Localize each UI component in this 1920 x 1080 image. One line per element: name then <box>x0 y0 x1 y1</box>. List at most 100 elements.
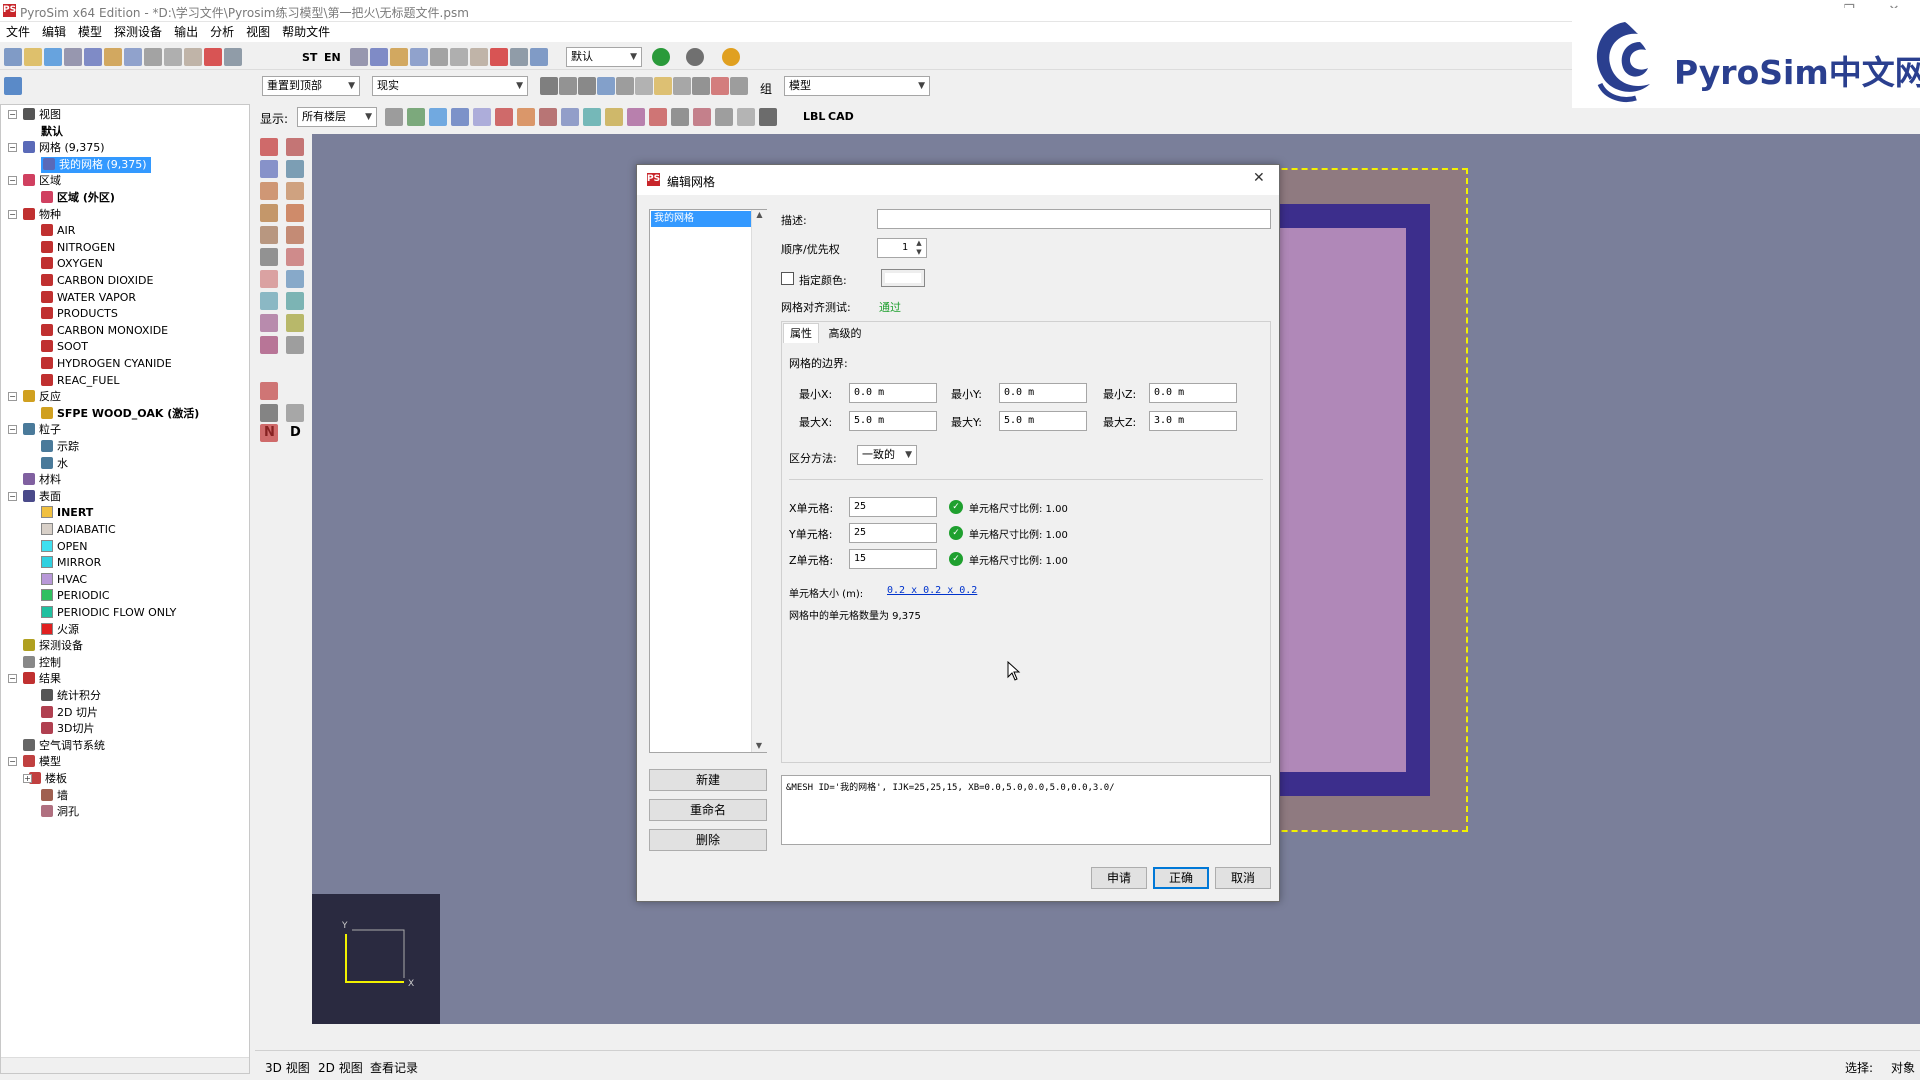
toolbar-icon-7[interactable] <box>144 48 162 66</box>
nav-tool-icon-0[interactable] <box>540 77 558 95</box>
palette-tool-icon-1[interactable] <box>286 138 304 156</box>
tree-item[interactable]: 空气调节系统 <box>23 738 105 754</box>
toolbar-icon-13[interactable] <box>370 48 388 66</box>
nav-tool-icon-10[interactable] <box>730 77 748 95</box>
toolbar-icon-18[interactable] <box>470 48 488 66</box>
tree-item[interactable]: OPEN <box>41 539 87 555</box>
color-checkbox[interactable] <box>781 272 794 285</box>
cad-toggle[interactable]: CAD <box>828 110 854 123</box>
display-toggle-icon-5[interactable] <box>495 108 513 126</box>
display-toggle-icon-14[interactable] <box>693 108 711 126</box>
tab-advanced[interactable]: 高级的 <box>821 325 869 343</box>
collapse-icon[interactable]: − <box>8 674 17 684</box>
menu-item-7[interactable]: 帮助文件 <box>276 22 336 42</box>
collapse-icon[interactable]: − <box>8 757 17 767</box>
tree-item[interactable]: INERT <box>41 505 93 521</box>
dialog-close-icon[interactable]: ✕ <box>1253 170 1265 186</box>
stepper-arrows-icon[interactable]: ▲ ▼ <box>913 239 925 257</box>
palette-tool-icon-18[interactable] <box>260 336 278 354</box>
tree-item[interactable]: CARBON MONOXIDE <box>41 323 168 339</box>
nav-tool-icon-8[interactable] <box>692 77 710 95</box>
palette-tool-icon-21[interactable] <box>260 404 278 422</box>
menu-item-6[interactable]: 视图 <box>240 22 276 42</box>
nav-tool-icon-3[interactable] <box>597 77 615 95</box>
toolbar-icon-8[interactable] <box>164 48 182 66</box>
view-mode-combo[interactable]: 现实 ▼ <box>372 76 528 96</box>
palette-tool-icon-8[interactable] <box>260 226 278 244</box>
collapse-icon[interactable]: − <box>8 425 17 435</box>
display-toggle-icon-12[interactable] <box>649 108 667 126</box>
toolbar-icon-15[interactable] <box>410 48 428 66</box>
palette-tool-icon-20[interactable] <box>260 382 278 400</box>
min-z-input[interactable]: 0.0 m <box>1149 383 1237 403</box>
delete-mesh-button[interactable]: 删除 <box>649 829 767 851</box>
tree-item[interactable]: 探测设备 <box>23 638 83 654</box>
tree-item[interactable]: − 表面 <box>8 489 61 505</box>
rename-mesh-button[interactable]: 重命名 <box>649 799 767 821</box>
toolbar-icon-20[interactable] <box>510 48 528 66</box>
nav-tool-icon-7[interactable] <box>673 77 691 95</box>
collapse-icon[interactable]: − <box>8 110 17 119</box>
toolbar-icon-3[interactable] <box>64 48 82 66</box>
expand-icon[interactable]: + <box>23 774 32 783</box>
new-mesh-button[interactable]: 新建 <box>649 769 767 791</box>
st-button[interactable]: ST <box>302 51 317 64</box>
tree-icon[interactable] <box>4 77 22 95</box>
tree-item[interactable]: HVAC <box>41 572 87 588</box>
palette-tool-icon-7[interactable] <box>286 204 304 222</box>
tree-item[interactable]: PERIODIC <box>41 588 110 604</box>
palette-tool-icon-5[interactable] <box>286 182 304 200</box>
menu-item-1[interactable]: 编辑 <box>36 22 72 42</box>
display-toggle-icon-17[interactable] <box>759 108 777 126</box>
door-tool[interactable]: D <box>290 425 301 440</box>
tree-item[interactable]: − 结果 <box>8 671 61 687</box>
palette-tool-icon-13[interactable] <box>286 270 304 288</box>
toolbar-icon-1[interactable] <box>24 48 42 66</box>
display-toggle-icon-11[interactable] <box>627 108 645 126</box>
tree-item[interactable]: − 物种 <box>8 207 61 223</box>
menu-item-3[interactable]: 探测设备 <box>108 22 168 42</box>
tree-item[interactable]: − 模型 <box>8 754 61 770</box>
toolbar-icon-12[interactable] <box>350 48 368 66</box>
tree-item[interactable]: 默认 <box>41 124 63 140</box>
run-icon-1[interactable] <box>686 48 704 66</box>
menu-item-2[interactable]: 模型 <box>72 22 108 42</box>
y-cells-input[interactable]: 25 <box>849 523 937 543</box>
display-toggle-icon-9[interactable] <box>583 108 601 126</box>
scroll-down-icon[interactable]: ▼ <box>752 741 766 750</box>
display-toggle-icon-15[interactable] <box>715 108 733 126</box>
menu-item-0[interactable]: 文件 <box>0 22 36 42</box>
tree-item[interactable]: − 粒子 <box>8 422 61 438</box>
x-cells-input[interactable]: 25 <box>849 497 937 517</box>
color-swatch-button[interactable] <box>881 269 925 287</box>
lbl-toggle[interactable]: LBL <box>803 110 825 123</box>
collapse-icon[interactable]: − <box>8 176 17 186</box>
toolbar-icon-10[interactable] <box>204 48 222 66</box>
model-combo[interactable]: 模型 ▼ <box>784 76 930 96</box>
ok-button[interactable]: 正确 <box>1153 867 1209 889</box>
tree-item[interactable]: SFPE WOOD_OAK (激活) <box>41 406 199 422</box>
toolbar-icon-14[interactable] <box>390 48 408 66</box>
menu-item-5[interactable]: 分析 <box>204 22 240 42</box>
cell-size-link[interactable]: 0.2 x 0.2 x 0.2 <box>887 585 977 596</box>
tree-item[interactable]: 墙 <box>41 788 68 804</box>
mesh-list-scrollbar[interactable]: ▲ ▼ <box>751 210 767 752</box>
tree-item[interactable]: NITROGEN <box>41 240 115 256</box>
nav-tool-icon-2[interactable] <box>578 77 596 95</box>
display-toggle-icon-6[interactable] <box>517 108 535 126</box>
palette-tool-icon-23[interactable] <box>260 424 278 442</box>
tree-item[interactable]: − 区域 <box>8 173 61 189</box>
palette-tool-icon-19[interactable] <box>286 336 304 354</box>
mesh-list-item[interactable]: 我的网格 <box>651 211 751 227</box>
toolbar-icon-5[interactable] <box>104 48 122 66</box>
palette-tool-icon-6[interactable] <box>260 204 278 222</box>
display-toggle-icon-16[interactable] <box>737 108 755 126</box>
tree-item[interactable]: 水 <box>41 456 68 472</box>
toolbar-icon-16[interactable] <box>430 48 448 66</box>
tree-item[interactable]: 示踪 <box>41 439 79 455</box>
tree-item[interactable]: PRODUCTS <box>41 306 118 322</box>
display-toggle-icon-8[interactable] <box>561 108 579 126</box>
min-y-input[interactable]: 0.0 m <box>999 383 1087 403</box>
run-icon-0[interactable] <box>652 48 670 66</box>
tree-item[interactable]: − 网格 (9,375) <box>8 140 105 156</box>
